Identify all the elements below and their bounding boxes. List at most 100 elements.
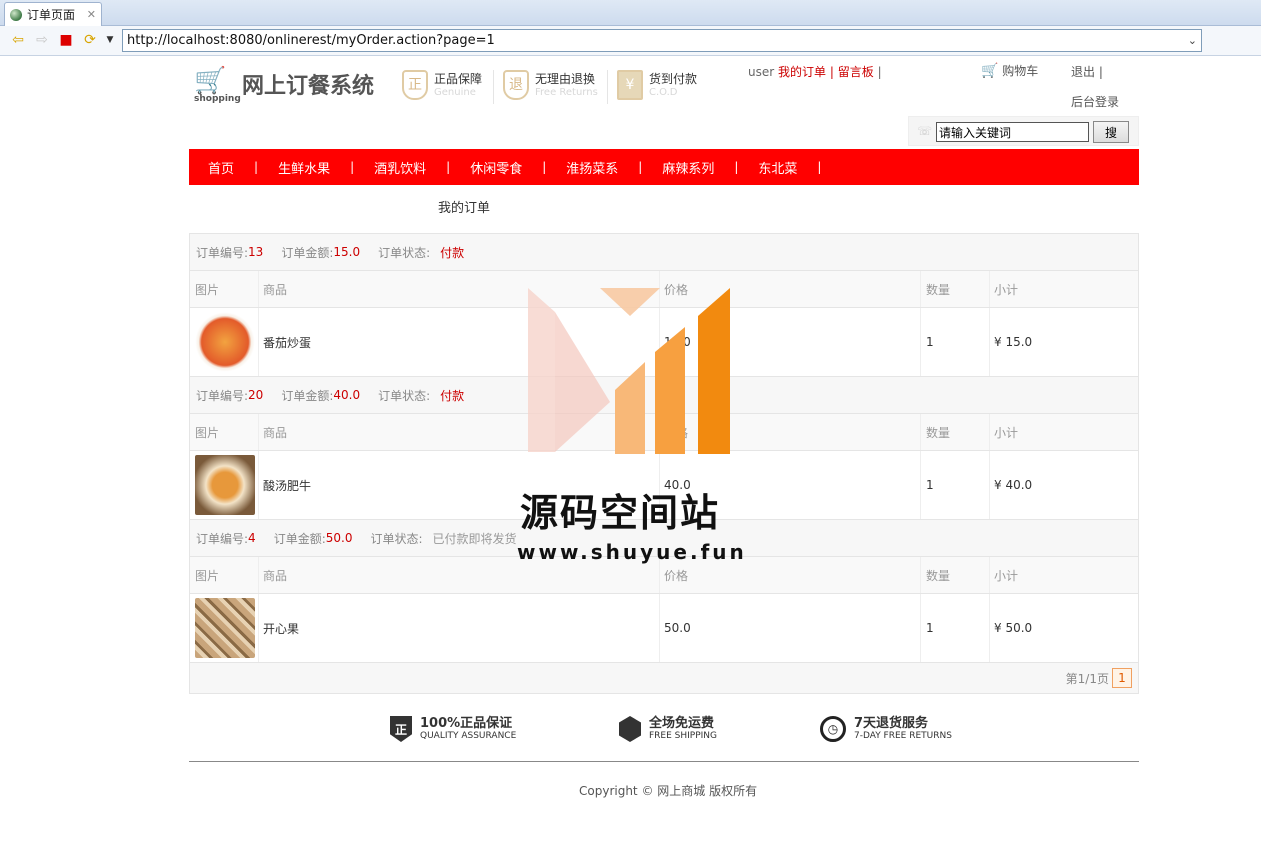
item-qty: 1 [921, 308, 990, 376]
menu-chevron-icon[interactable]: ▼ [102, 32, 118, 48]
order-amount: 50.0 [325, 531, 353, 545]
item-name[interactable]: 开心果 [259, 594, 660, 662]
site-logo[interactable]: 🛒 shopping 网上订餐系统 [194, 66, 384, 106]
service-title: 全场免运费 [649, 716, 715, 731]
browser-tab[interactable]: 订单页面 ✕ [4, 2, 102, 26]
badge-returns: 退 无理由退换 Free Returns [503, 70, 598, 106]
close-icon[interactable]: ✕ [87, 8, 96, 21]
service-returns: ◷ 7天退货服务 7-DAY FREE RETURNS [820, 716, 952, 742]
message-board-link[interactable]: 留言板 [838, 65, 874, 79]
pay-link[interactable]: 付款 [440, 387, 464, 404]
service-title: 7天退货服务 [854, 716, 929, 731]
food-image[interactable] [195, 312, 255, 372]
username: user [748, 65, 775, 79]
chevron-down-icon[interactable]: ⌄ [1188, 30, 1197, 51]
menu-item-spicy[interactable]: 麻辣系列 [662, 158, 714, 177]
order-no-label: 订单编号: [196, 531, 249, 546]
status-label: 订单状态: [370, 531, 423, 546]
url-text: http://localhost:8080/onlinerest/myOrder… [127, 33, 495, 48]
order-header: 订单编号: 20 订单金额: 40.0 订单状态: 付款 [190, 377, 1138, 414]
package-icon [619, 716, 641, 742]
badge-sub: Free Returns [535, 87, 598, 98]
col-qty: 数量 [921, 271, 990, 307]
cart-link[interactable]: 🛒 购物车 [981, 62, 1038, 79]
col-subtotal: 小计 [994, 425, 1019, 440]
top-links: user 我的订单 | 留言板 | [748, 63, 882, 80]
pay-link[interactable]: 付款 [440, 244, 464, 261]
service-sub: 7-DAY FREE RETURNS [854, 731, 952, 741]
menu-item-huaiyang[interactable]: 淮扬菜系 [566, 158, 618, 177]
order-header: 订单编号: 13 订单金额: 15.0 订单状态: 付款 [190, 234, 1138, 271]
item-price: 15.0 [660, 308, 921, 376]
cart-label: 购物车 [1002, 64, 1039, 78]
menu-item-drinks[interactable]: 酒乳饮料 [374, 158, 426, 177]
search-input[interactable] [936, 122, 1089, 142]
col-goods: 商品 [259, 271, 660, 307]
table-row: 开心果 50.0 1 ¥ 50.0 [190, 594, 1138, 663]
url-field[interactable]: http://localhost:8080/onlinerest/myOrder… [122, 29, 1202, 52]
back-icon[interactable]: ⇦ [10, 32, 26, 48]
order-amount: 15.0 [333, 245, 361, 259]
copyright: Copyright © 网上商城 版权所有 [579, 784, 758, 798]
menu-item-snacks[interactable]: 休闲零食 [470, 158, 522, 177]
badge-sub: Genuine [434, 87, 476, 98]
order-status: 已付款即将发货 [432, 531, 517, 546]
item-subtotal: ¥ 40.0 [994, 478, 1033, 492]
search-button[interactable]: 搜 [1093, 121, 1129, 143]
link-separator: | [1098, 65, 1103, 79]
column-header-row: 图片 商品 价格 数量 小计 [190, 414, 1138, 451]
item-subtotal: ¥ 50.0 [994, 621, 1033, 635]
amount-label: 订单金额: [281, 388, 334, 403]
service-sub: FREE SHIPPING [649, 731, 718, 741]
food-image[interactable] [195, 455, 255, 515]
page-title: 我的订单 [438, 201, 491, 216]
globe-icon [10, 8, 22, 21]
item-name[interactable]: 酸汤肥牛 [259, 451, 660, 519]
amount-label: 订单金额: [281, 245, 334, 260]
pagination: 第1/1页 1 [190, 663, 1138, 693]
order-no: 13 [248, 245, 264, 259]
order-no: 20 [248, 388, 264, 402]
item-price: 40.0 [660, 451, 921, 519]
col-qty: 数量 [921, 557, 990, 593]
item-qty: 1 [921, 594, 990, 662]
food-image[interactable] [195, 598, 255, 658]
quality-shield-icon: 正 [390, 716, 412, 742]
badge-title: 货到付款 [649, 72, 698, 86]
orders-table: 订单编号: 13 订单金额: 15.0 订单状态: 付款 图片 商品 价格 数量 小计… [189, 233, 1139, 694]
admin-login-link[interactable]: 后台登录 [1071, 93, 1119, 110]
badge-genuine: 正 正品保障 Genuine [402, 70, 482, 106]
refresh-icon[interactable]: ⟳ [82, 32, 98, 48]
page-info: 第1/1页 [1065, 671, 1109, 686]
page-number-button[interactable]: 1 [1112, 668, 1132, 688]
logout-link[interactable]: 退出 | [1071, 63, 1103, 80]
item-qty: 1 [921, 451, 990, 519]
zheng-shield-icon: 正 [402, 70, 428, 100]
service-sub: QUALITY ASSURANCE [420, 731, 517, 741]
col-qty: 数量 [921, 414, 990, 450]
col-image: 图片 [190, 557, 259, 593]
order-no: 4 [248, 531, 256, 545]
badge-sub: C.O.D [649, 87, 678, 98]
col-image: 图片 [190, 414, 259, 450]
stop-icon[interactable]: ■ [58, 32, 74, 48]
col-goods: 商品 [259, 557, 660, 593]
link-separator: | [877, 65, 882, 79]
col-price: 价格 [660, 271, 921, 307]
clock-icon: ◷ [820, 716, 846, 742]
my-orders-link[interactable]: 我的订单 [778, 65, 826, 79]
status-label: 订单状态: [378, 388, 431, 403]
forward-icon[interactable]: ⇨ [34, 32, 50, 48]
search-bar: ☏ 搜 [908, 116, 1139, 146]
badge-title: 无理由退换 [535, 72, 596, 86]
service-title: 100%正品保证 [420, 716, 513, 731]
menu-item-home[interactable]: 首页 [208, 158, 234, 177]
col-image: 图片 [190, 271, 259, 307]
service-quality: 正 100%正品保证 QUALITY ASSURANCE [390, 716, 516, 742]
badge-title: 正品保障 [434, 72, 483, 86]
menu-item-fruit[interactable]: 生鲜水果 [278, 158, 330, 177]
menu-item-dongbei[interactable]: 东北菜 [758, 158, 797, 177]
item-name[interactable]: 番茄炒蛋 [259, 308, 660, 376]
order-no-label: 订单编号: [196, 245, 249, 260]
divider [493, 70, 494, 104]
